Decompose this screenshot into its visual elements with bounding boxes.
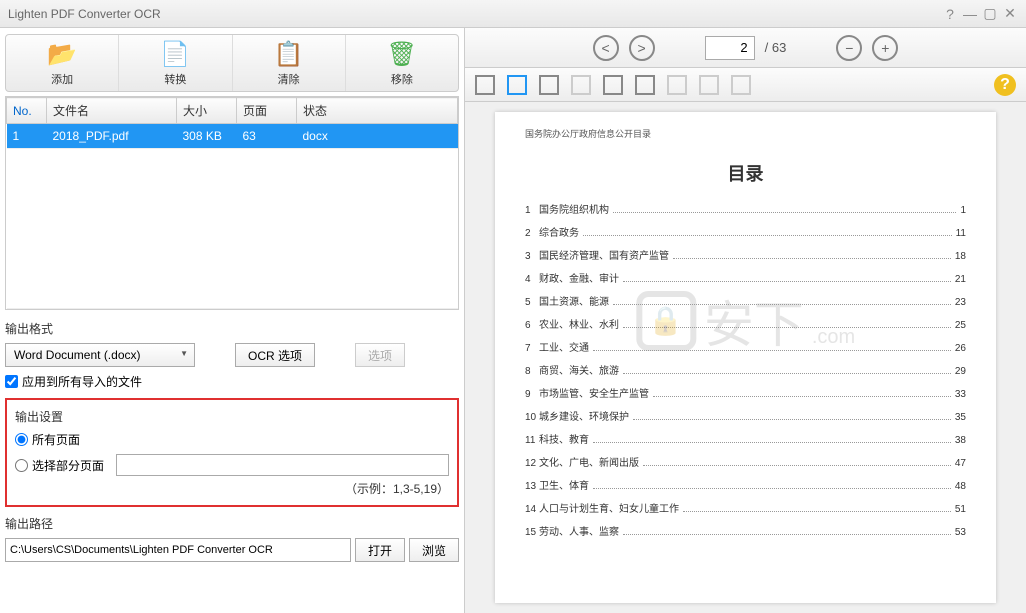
- add-button[interactable]: 📂 添加: [6, 35, 119, 91]
- convert-label: 转换: [164, 71, 186, 87]
- col-status[interactable]: 状态: [297, 98, 458, 124]
- help-icon[interactable]: ?: [942, 6, 958, 22]
- toc-line: 8商贸、海关、旅游29: [525, 362, 966, 377]
- table-row[interactable]: 1 2018_PDF.pdf 308 KB 63 docx: [7, 124, 458, 149]
- zoom-out-button[interactable]: −: [836, 35, 862, 61]
- titlebar: Lighten PDF Converter OCR ? — ▢ ✕: [0, 0, 1026, 28]
- toc-line: 12文化、广电、新闻出版47: [525, 454, 966, 469]
- prev-page-button[interactable]: <: [593, 35, 619, 61]
- remove-button[interactable]: 🗑 移除: [346, 35, 458, 91]
- col-size[interactable]: 大小: [177, 98, 237, 124]
- path-input[interactable]: [5, 538, 351, 562]
- toc-line: 2综合政务11: [525, 224, 966, 239]
- remove-label: 移除: [391, 71, 413, 87]
- clear-button[interactable]: 📋 清除: [233, 35, 346, 91]
- doc-header: 国务院办公厅政府信息公开目录: [525, 127, 966, 140]
- col-filename[interactable]: 文件名: [47, 98, 177, 124]
- output-settings-section: 输出设置 所有页面 选择部分页面 （示例：1,3-5,19）: [5, 398, 459, 507]
- toc-line: 15劳动、人事、监察53: [525, 523, 966, 538]
- view-mode-6-icon[interactable]: [635, 75, 655, 95]
- toc-line: 4财政、金融、审计21: [525, 270, 966, 285]
- toc-line: 5国土资源、能源23: [525, 293, 966, 308]
- toc-line: 13卫生、体育48: [525, 477, 966, 492]
- partial-pages-label: 选择部分页面: [32, 457, 104, 474]
- toc-line: 3国民经济管理、国有资产监管18: [525, 247, 966, 262]
- apply-all-label: 应用到所有导入的文件: [22, 373, 142, 390]
- toc-line: 14人口与计划生育、妇女儿童工作51: [525, 500, 966, 515]
- view-mode-7-icon: [667, 75, 687, 95]
- cell-size: 308 KB: [177, 124, 237, 149]
- folder-icon: 📂: [47, 40, 77, 69]
- all-pages-input[interactable]: [15, 433, 28, 446]
- maximize-icon[interactable]: ▢: [982, 5, 998, 22]
- partial-pages-input[interactable]: [15, 459, 28, 472]
- apply-all-input[interactable]: [5, 375, 18, 388]
- output-path-section: 输出路径 打开 浏览: [5, 515, 459, 562]
- close-icon[interactable]: ✕: [1002, 5, 1018, 22]
- page-nav-toolbar: < > / 63 − +: [465, 28, 1026, 68]
- convert-icon: 📄: [160, 40, 190, 69]
- preview-help-icon[interactable]: ?: [994, 74, 1016, 96]
- ocr-options-button[interactable]: OCR 选项: [235, 343, 315, 367]
- file-table: No. 文件名 大小 页面 状态 1 2018_PDF.pdf 308 KB 6…: [5, 96, 459, 310]
- cell-filename: 2018_PDF.pdf: [47, 124, 177, 149]
- toc-line: 10城乡建设、环境保护35: [525, 408, 966, 423]
- preview-page: 国务院办公厅政府信息公开目录 目录 1国务院组织机构1 2综合政务11 3国民经济管…: [495, 112, 996, 603]
- view-toolbar: ?: [465, 68, 1026, 102]
- view-mode-9-icon: [731, 75, 751, 95]
- next-page-button[interactable]: >: [629, 35, 655, 61]
- view-mode-2-icon[interactable]: [507, 75, 527, 95]
- convert-button[interactable]: 📄 转换: [119, 35, 232, 91]
- output-settings-label: 输出设置: [15, 408, 449, 425]
- example-text: （示例：1,3-5,19）: [15, 480, 449, 497]
- format-dropdown[interactable]: Word Document (.docx): [5, 343, 195, 367]
- doc-title: 目录: [525, 160, 966, 186]
- current-page-input[interactable]: [705, 36, 755, 60]
- all-pages-label: 所有页面: [32, 431, 80, 448]
- page-range-input[interactable]: [116, 454, 449, 476]
- main-toolbar: 📂 添加 📄 转换 📋 清除 🗑 移除: [5, 34, 459, 92]
- cell-pages: 63: [237, 124, 297, 149]
- preview-area: 国务院办公厅政府信息公开目录 目录 1国务院组织机构1 2综合政务11 3国民经济管…: [465, 102, 1026, 613]
- minimize-icon[interactable]: —: [962, 6, 978, 22]
- clear-icon: 📋: [274, 40, 304, 69]
- apply-all-checkbox[interactable]: 应用到所有导入的文件: [5, 373, 459, 390]
- output-path-label: 输出路径: [5, 515, 459, 532]
- view-mode-8-icon: [699, 75, 719, 95]
- clear-label: 清除: [278, 71, 300, 87]
- toc-line: 1国务院组织机构1: [525, 201, 966, 216]
- partial-pages-radio[interactable]: 选择部分页面: [15, 454, 449, 476]
- toc-line: 11科技、教育38: [525, 431, 966, 446]
- col-pages[interactable]: 页面: [237, 98, 297, 124]
- cell-status: docx: [297, 124, 458, 149]
- all-pages-radio[interactable]: 所有页面: [15, 431, 449, 448]
- page-total: / 63: [765, 40, 787, 55]
- options-button: 选项: [355, 343, 405, 367]
- remove-icon: 🗑: [387, 40, 417, 69]
- zoom-in-button[interactable]: +: [872, 35, 898, 61]
- open-button[interactable]: 打开: [355, 538, 405, 562]
- left-panel: 📂 添加 📄 转换 📋 清除 🗑 移除 No. 文件名: [0, 28, 465, 613]
- output-format-label: 输出格式: [5, 320, 459, 337]
- browse-button[interactable]: 浏览: [409, 538, 459, 562]
- empty-area: [7, 149, 458, 309]
- toc: 1国务院组织机构1 2综合政务11 3国民经济管理、国有资产监管18 4财政、金融、审…: [525, 201, 966, 538]
- toc-line: 6农业、林业、水利25: [525, 316, 966, 331]
- view-mode-5-icon[interactable]: [603, 75, 623, 95]
- toc-line: 9市场监管、安全生产监管33: [525, 385, 966, 400]
- view-mode-1-icon[interactable]: [475, 75, 495, 95]
- output-format-section: 输出格式 Word Document (.docx) OCR 选项 选项 应用到…: [5, 320, 459, 390]
- view-mode-3-icon[interactable]: [539, 75, 559, 95]
- view-mode-4-icon: [571, 75, 591, 95]
- col-no[interactable]: No.: [7, 98, 47, 124]
- window-title: Lighten PDF Converter OCR: [8, 7, 938, 21]
- add-label: 添加: [51, 71, 73, 87]
- cell-no: 1: [7, 124, 47, 149]
- right-panel: < > / 63 − + ? 国务院办公厅政府信息公开目录 目录 1国: [465, 28, 1026, 613]
- toc-line: 7工业、交通26: [525, 339, 966, 354]
